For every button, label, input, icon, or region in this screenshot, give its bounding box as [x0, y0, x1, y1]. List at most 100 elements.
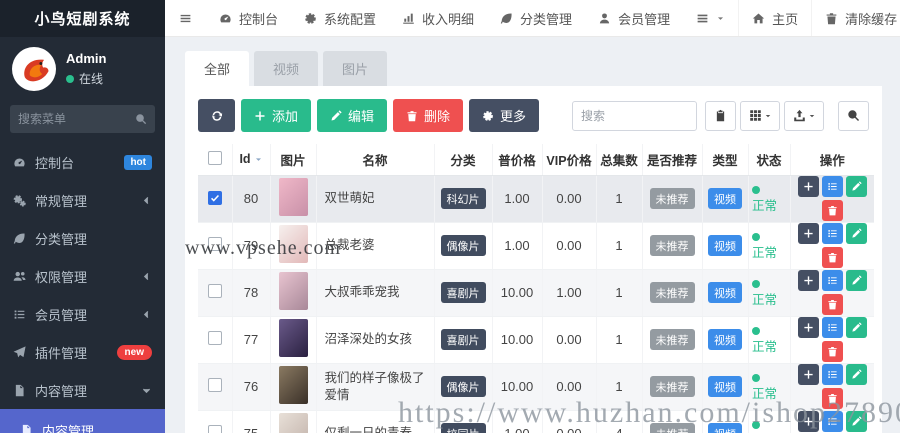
status-dot-icon [752, 327, 760, 336]
nav-item-home[interactable]: 主页 [738, 0, 811, 36]
sidebar-search-input[interactable] [18, 112, 135, 126]
expand-row-button[interactable] [797, 411, 819, 432]
edit-row-button[interactable] [845, 176, 867, 197]
sidebar-toggle-button[interactable] [165, 0, 206, 36]
delete-row-button[interactable] [821, 388, 843, 409]
user-panel: Admin 在线 [0, 37, 165, 99]
list-icon [827, 181, 838, 192]
edit-row-button[interactable] [845, 364, 867, 385]
sidebar-item-dashboard[interactable]: 控制台 hot [0, 143, 165, 181]
sidebar-item-category[interactable]: 分类管理 [0, 219, 165, 257]
status-dot-icon [752, 233, 760, 242]
nav-item-income-detail[interactable]: 收入明细 [389, 0, 487, 36]
sidebar-item-content[interactable]: 内容管理 [0, 371, 165, 409]
sidebar-item-permissions[interactable]: 权限管理 [0, 257, 165, 295]
chevron-left-icon [141, 309, 152, 320]
row-thumbnail[interactable] [278, 272, 308, 310]
table-row[interactable]: 79 总裁老婆 偶像片 1.00 0.00 1 未推荐 视频 正常 [198, 222, 874, 270]
paginate-toggle-button[interactable] [705, 100, 736, 131]
row-checkbox[interactable] [207, 378, 222, 392]
row-thumbnail[interactable] [278, 225, 308, 263]
episodes-button[interactable] [821, 223, 843, 244]
row-checkbox[interactable] [207, 237, 222, 251]
row-checkbox[interactable] [207, 425, 222, 433]
nav-item-category[interactable]: 分类管理 [487, 0, 585, 36]
table-row[interactable]: 75 仅剩一日的青春 校园片 1.00 0.00 4 未推荐 视频 正常 [198, 410, 874, 433]
episodes-button[interactable] [821, 411, 843, 432]
table-row[interactable]: 80 双世萌妃 科幻片 1.00 0.00 1 未推荐 视频 正常 [198, 175, 874, 223]
tab-all[interactable]: 全部 [185, 51, 250, 86]
expand-row-button[interactable] [797, 176, 819, 197]
delete-row-button[interactable] [821, 294, 843, 315]
episodes-button[interactable] [821, 364, 843, 385]
nav-menu-dropdown[interactable] [683, 0, 738, 36]
episodes-button[interactable] [821, 317, 843, 338]
header-category: 分类 [433, 144, 492, 176]
cell-episodes: 4 [595, 410, 642, 433]
search-button[interactable] [838, 100, 869, 131]
header-id[interactable]: Id [231, 144, 270, 176]
table-search-input[interactable] [572, 100, 697, 131]
expand-row-button[interactable] [797, 364, 819, 385]
trash-icon [827, 252, 838, 263]
export-dropdown-button[interactable] [784, 100, 824, 131]
category-badge: 偶像片 [440, 235, 486, 256]
sidebar-subitem-content-active[interactable]: 内容管理 [0, 409, 165, 433]
list-icon [827, 369, 838, 380]
cell-recommend: 未推荐 [641, 363, 702, 411]
status-dot-icon [752, 374, 760, 383]
search-icon[interactable] [135, 113, 147, 125]
tab-video[interactable]: 视频 [254, 51, 319, 86]
delete-row-button[interactable] [821, 247, 843, 268]
delete-row-button[interactable] [821, 341, 843, 362]
expand-row-button[interactable] [797, 270, 819, 291]
nav-item-system-config[interactable]: 系统配置 [291, 0, 389, 36]
episodes-button[interactable] [821, 176, 843, 197]
header-type: 类型 [701, 144, 748, 176]
edit-row-button[interactable] [845, 223, 867, 244]
toolbar-left: 添加 编辑 删除 更多 [198, 99, 540, 132]
refresh-button[interactable] [198, 99, 235, 132]
row-thumbnail[interactable] [278, 178, 308, 216]
expand-row-button[interactable] [797, 317, 819, 338]
nav-item-clear-cache[interactable]: 清除缓存 [811, 0, 900, 36]
nav-item-label: 分类管理 [520, 11, 573, 27]
cell-type: 视频 [701, 269, 748, 317]
columns-dropdown-button[interactable] [740, 100, 780, 131]
list-icon [13, 308, 26, 321]
sidebar-item-plugins[interactable]: 插件管理 new [0, 333, 165, 371]
episodes-button[interactable] [821, 270, 843, 291]
row-checkbox[interactable] [207, 284, 222, 298]
header-price: 普价格 [491, 144, 542, 176]
table-row[interactable]: 77 沼泽深处的女孩 喜剧片 10.00 0.00 1 未推荐 视频 正常 [198, 316, 874, 364]
sort-caret-icon [254, 155, 263, 164]
sidebar-item-general[interactable]: 常规管理 [0, 181, 165, 219]
tab-image[interactable]: 图片 [323, 51, 388, 86]
cell-recommend: 未推荐 [641, 222, 702, 270]
edit-row-button[interactable] [845, 317, 867, 338]
add-button[interactable]: 添加 [241, 99, 312, 132]
paper-plane-icon [13, 345, 26, 359]
table-row[interactable]: 78 大叔乖乖宠我 喜剧片 10.00 1.00 1 未推荐 视频 正常 [198, 269, 874, 317]
row-checkbox[interactable] [207, 331, 222, 345]
table-row[interactable]: 76 我们的样子像极了爱情 偶像片 10.00 0.00 1 未推荐 视频 正常 [198, 363, 874, 411]
edit-button[interactable]: 编辑 [317, 99, 388, 132]
delete-row-button[interactable] [821, 200, 843, 221]
select-all-checkbox[interactable] [207, 150, 222, 165]
nav-item-label: 收入明细 [422, 11, 475, 27]
more-button[interactable]: 更多 [469, 99, 540, 132]
row-thumbnail[interactable] [278, 366, 308, 404]
expand-row-button[interactable] [797, 223, 819, 244]
content-tabs: 全部 视频 图片 [185, 51, 882, 86]
delete-button[interactable]: 删除 [393, 99, 464, 132]
row-thumbnail[interactable] [278, 319, 308, 357]
row-checkbox[interactable] [207, 191, 222, 205]
row-thumbnail[interactable] [278, 413, 308, 433]
sidebar-item-members[interactable]: 会员管理 [0, 295, 165, 333]
edit-row-button[interactable] [845, 411, 867, 432]
edit-row-button[interactable] [845, 270, 867, 291]
type-badge: 视频 [708, 329, 742, 350]
cell-select [198, 269, 232, 317]
nav-item-members[interactable]: 会员管理 [585, 0, 683, 36]
nav-item-dashboard[interactable]: 控制台 [206, 0, 291, 36]
